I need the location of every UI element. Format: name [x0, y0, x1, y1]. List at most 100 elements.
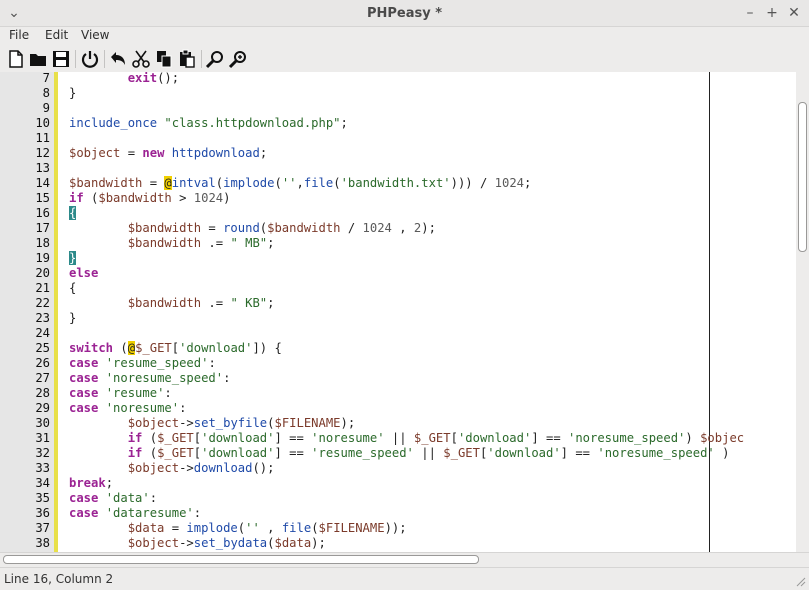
code-line[interactable]: { [69, 206, 77, 220]
code-token: : [223, 371, 231, 385]
code-token: 1024 [193, 191, 224, 205]
code-token: '' [281, 176, 297, 190]
code-token: switch [69, 341, 114, 355]
code-token: " MB" [230, 236, 268, 250]
code-token: (); [157, 72, 180, 85]
line-number: 11 [35, 131, 50, 145]
code-line[interactable]: $object->download(); [69, 461, 275, 475]
copy-icon[interactable] [154, 49, 174, 69]
code-line[interactable]: case 'resume': [69, 386, 172, 400]
code-line[interactable]: case 'noresume': [69, 401, 186, 415]
find-replace-icon[interactable] [228, 49, 248, 69]
code-line[interactable]: $data = implode('' , file($FILENAME)); [69, 521, 407, 535]
code-token: = [120, 146, 143, 160]
code-token: ; [340, 116, 348, 130]
code-token: = [201, 221, 224, 235]
code-line[interactable]: if ($_GET['download'] == 'resume_speed' … [69, 446, 730, 460]
code-line[interactable]: $bandwidth .= " MB"; [69, 236, 275, 250]
code-token: || [384, 431, 414, 445]
code-token: (); [252, 461, 275, 475]
code-line[interactable]: case 'resume_speed': [69, 356, 216, 370]
code-token: ] == [274, 446, 312, 460]
code-line[interactable]: $bandwidth .= " KB"; [69, 296, 275, 310]
menu-edit[interactable]: Edit [45, 28, 68, 42]
power-icon[interactable] [80, 49, 100, 69]
code-line[interactable]: { [69, 281, 76, 295]
code-line[interactable]: exit(); [69, 72, 179, 85]
close-icon[interactable]: ✕ [784, 3, 804, 23]
code-line[interactable]: break; [69, 476, 113, 490]
line-number: 29 [35, 401, 50, 415]
code-token: "class.httpdownload.php" [164, 116, 341, 130]
code-token: ( [215, 176, 224, 190]
find-icon[interactable] [205, 49, 225, 69]
code-token: } [69, 86, 77, 100]
code-line[interactable]: include_once "class.httpdownload.php"; [69, 116, 348, 130]
code-token: intval [171, 176, 216, 190]
minimize-icon[interactable]: – [740, 3, 760, 23]
code-line[interactable]: else [69, 266, 98, 280]
code-token: case [69, 386, 99, 400]
undo-icon[interactable] [108, 49, 128, 69]
code-editor[interactable]: 7 exit(); 8} 9 10 include_once "class.httpdo… [0, 72, 796, 552]
code-token: set_bydata [193, 536, 268, 550]
code-token: if [127, 446, 143, 460]
line-number: 13 [35, 161, 50, 175]
code-token: 'download' [201, 446, 275, 460]
code-token: $_GET [443, 446, 480, 460]
code-line[interactable]: case 'dataresume': [69, 506, 201, 520]
paste-icon[interactable] [177, 49, 197, 69]
code-token: ); [421, 221, 436, 235]
code-token: $_GET [157, 446, 194, 460]
toolbar [0, 46, 809, 73]
code-token: { [69, 281, 77, 295]
code-line[interactable]: $object->set_byfile($FILENAME); [69, 416, 356, 430]
toolbar-separator [201, 50, 202, 68]
menu-view[interactable]: View [81, 28, 109, 42]
vertical-scroll-thumb[interactable] [798, 102, 807, 252]
code-line[interactable]: case 'noresume_speed': [69, 371, 230, 385]
code-line[interactable]: $object = new httpdownload; [69, 146, 267, 160]
code-token: -> [179, 536, 194, 550]
code-token: $_GET [413, 431, 451, 445]
code-token: 'download' [457, 431, 532, 445]
line-number: 36 [35, 506, 50, 520]
cursor-position: Line 16, Column 2 [4, 572, 114, 586]
code-line[interactable]: } [69, 251, 77, 265]
code-token: @ [164, 176, 172, 190]
code-line[interactable]: if ($bandwidth > 1024) [69, 191, 230, 205]
horizontal-scroll-thumb[interactable] [3, 555, 479, 564]
line-number: 12 [35, 146, 50, 160]
line-number: 7 [42, 72, 50, 85]
code-line[interactable]: switch (@$_GET['download']) { [69, 341, 282, 355]
code-token: 'noresume_speed' [568, 431, 686, 445]
code-line[interactable]: case 'data': [69, 491, 157, 505]
code-token: ; [524, 176, 532, 190]
code-token: = [164, 521, 187, 535]
code-token: ( [113, 341, 128, 355]
new-file-icon[interactable] [6, 49, 26, 69]
menu-file[interactable]: File [9, 28, 29, 42]
code-line[interactable]: } [69, 311, 76, 325]
open-folder-icon[interactable] [28, 49, 48, 69]
maximize-icon[interactable]: + [762, 3, 782, 23]
code-token: $FILENAME [318, 521, 385, 535]
resize-grip-icon[interactable] [796, 577, 806, 587]
save-icon[interactable] [51, 49, 71, 69]
code-line[interactable]: if ($_GET['download'] == 'noresume' || $… [69, 431, 744, 445]
code-token: ( [333, 176, 341, 190]
code-line[interactable]: } [69, 86, 76, 100]
code-line[interactable]: $bandwidth = round($bandwidth / 1024 , 2… [69, 221, 436, 235]
code-line[interactable]: $bandwidth = @intval(implode('',file('ba… [69, 176, 531, 190]
code-token: [ [193, 431, 202, 445]
code-token: } [69, 251, 77, 265]
code-token: || [413, 446, 444, 460]
code-line[interactable]: $object->set_bydata($data); [69, 536, 326, 550]
cut-icon[interactable] [131, 49, 151, 69]
